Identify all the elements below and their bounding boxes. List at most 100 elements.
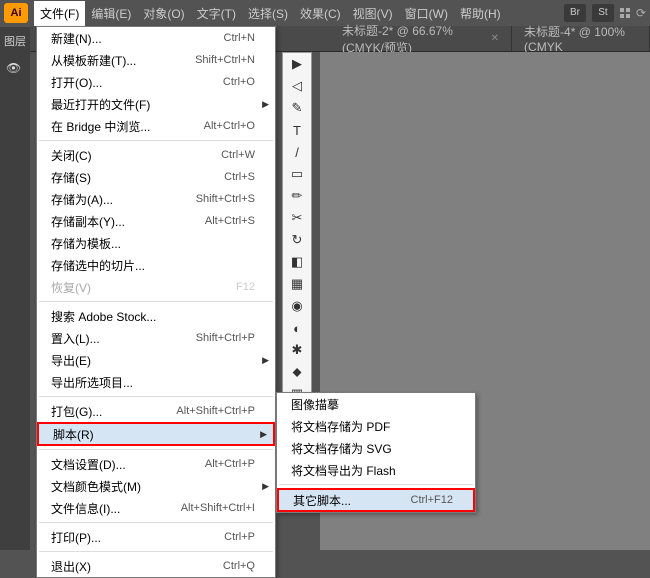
tool-6[interactable]: ✏: [283, 185, 311, 207]
separator: [39, 301, 273, 302]
sync-icon[interactable]: ⟳: [636, 6, 646, 20]
shortcut: Shift+Ctrl+P: [196, 332, 255, 344]
menuitem-label: 打印(P)...: [51, 529, 224, 546]
menuitem-label: 打开(O)...: [51, 74, 223, 91]
separator: [39, 551, 273, 552]
menuitem[interactable]: 新建(N)...Ctrl+N: [37, 27, 275, 49]
topbar-right: Br St ⟳: [564, 4, 646, 22]
menu-4[interactable]: 选择(S): [242, 1, 294, 26]
menuitem[interactable]: 置入(L)...Shift+Ctrl+P: [37, 327, 275, 349]
menu-3[interactable]: 文字(T): [191, 1, 242, 26]
shortcut: Alt+Ctrl+P: [205, 458, 255, 470]
tool-3[interactable]: T: [283, 119, 311, 141]
tool-7[interactable]: ✂: [283, 207, 311, 229]
menuitem[interactable]: 存储(S)Ctrl+S: [37, 166, 275, 188]
menuitem[interactable]: 其它脚本...Ctrl+F12: [277, 488, 475, 512]
menuitem-label: 在 Bridge 中浏览...: [51, 118, 204, 135]
document-tab[interactable]: 未标题-2* @ 66.67% (CMYK/预览)✕: [330, 26, 512, 51]
tool-14[interactable]: ⬥: [283, 361, 311, 383]
menuitem-label: 其它脚本...: [293, 492, 411, 509]
menu-2[interactable]: 对象(O): [137, 1, 190, 26]
tool-1[interactable]: ◁: [283, 75, 311, 97]
menuitem-label: 最近打开的文件(F): [51, 96, 255, 113]
separator: [39, 522, 273, 523]
bridge-badge[interactable]: Br: [564, 4, 586, 22]
menuitem-label: 退出(X): [51, 558, 223, 575]
tool-0[interactable]: ▶: [283, 53, 311, 75]
menuitem[interactable]: 退出(X)Ctrl+Q: [37, 555, 275, 577]
menuitem[interactable]: 从模板新建(T)...Shift+Ctrl+N: [37, 49, 275, 71]
menuitem-label: 置入(L)...: [51, 330, 196, 347]
menuitem-label: 导出所选项目...: [51, 374, 255, 391]
menuitem-label: 导出(E): [51, 352, 255, 369]
tool-10[interactable]: ▦: [283, 273, 311, 295]
shortcut: Alt+Shift+Ctrl+P: [176, 405, 255, 417]
menuitem[interactable]: 打开(O)...Ctrl+O: [37, 71, 275, 93]
menuitem[interactable]: 图像描摹: [277, 393, 475, 415]
menuitem[interactable]: 将文档存储为 SVG: [277, 437, 475, 459]
menuitem-label: 打包(G)...: [51, 403, 176, 420]
menuitem[interactable]: 搜索 Adobe Stock...: [37, 305, 275, 327]
shortcut: Shift+Ctrl+S: [196, 193, 255, 205]
shortcut: Ctrl+F12: [411, 494, 454, 506]
menuitem-label: 图像描摹: [291, 396, 455, 413]
app-logo: Ai: [4, 3, 28, 23]
menuitem-label: 新建(N)...: [51, 30, 224, 47]
document-tab[interactable]: 未标题-4* @ 100% (CMYK: [512, 26, 650, 51]
scripts-submenu: 图像描摹将文档存储为 PDF 将文档存储为 SVG将文档导出为 Flash 其它脚本…: [276, 392, 476, 513]
menuitem[interactable]: 最近打开的文件(F) ▶: [37, 93, 275, 115]
layers-tab[interactable]: 图层: [0, 26, 30, 55]
menuitem[interactable]: 文件信息(I)...Alt+Shift+Ctrl+I: [37, 497, 275, 519]
tool-13[interactable]: ✱: [283, 339, 311, 361]
menuitem[interactable]: 存储副本(Y)...Alt+Ctrl+S: [37, 210, 275, 232]
workspace-icon[interactable]: [620, 8, 630, 18]
menuitem[interactable]: 存储为(A)...Shift+Ctrl+S: [37, 188, 275, 210]
menu-5[interactable]: 效果(C): [294, 1, 347, 26]
menuitem-label: 将文档存储为 PDF: [291, 418, 455, 435]
menu-1[interactable]: 编辑(E): [85, 1, 137, 26]
menuitem-label: 存储选中的切片...: [51, 257, 255, 274]
shortcut: F12: [236, 281, 255, 293]
stock-badge[interactable]: St: [592, 4, 614, 22]
menuitem[interactable]: 导出所选项目...: [37, 371, 275, 393]
menuitem[interactable]: 导出(E) ▶: [37, 349, 275, 371]
menuitem[interactable]: 文档颜色模式(M) ▶: [37, 475, 275, 497]
menuitem-label: 文档颜色模式(M): [51, 478, 255, 495]
menuitem-label: 恢复(V): [51, 279, 236, 296]
menuitem[interactable]: 存储选中的切片...: [37, 254, 275, 276]
menuitem-label: 从模板新建(T)...: [51, 52, 195, 69]
shortcut: Ctrl+O: [223, 76, 255, 88]
menuitem-label: 搜索 Adobe Stock...: [51, 308, 255, 325]
tool-8[interactable]: ↻: [283, 229, 311, 251]
menuitem-label: 文件信息(I)...: [51, 500, 181, 517]
menuitem[interactable]: 打包(G)...Alt+Shift+Ctrl+P: [37, 400, 275, 422]
menuitem[interactable]: 存储为模板...: [37, 232, 275, 254]
menuitem[interactable]: 打印(P)...Ctrl+P: [37, 526, 275, 548]
shortcut: Alt+Ctrl+S: [205, 215, 255, 227]
menuitem[interactable]: 关闭(C)Ctrl+W: [37, 144, 275, 166]
menuitem-label: 存储(S): [51, 169, 224, 186]
shortcut: Shift+Ctrl+N: [195, 54, 255, 66]
tool-11[interactable]: ◉: [283, 295, 311, 317]
tool-12[interactable]: ◐: [283, 317, 311, 339]
shortcut: Ctrl+W: [221, 149, 255, 161]
shortcut: Alt+Ctrl+O: [204, 120, 255, 132]
visibility-icon[interactable]: 👁: [0, 55, 30, 81]
close-icon[interactable]: ✕: [491, 33, 499, 44]
menuitem-label: 存储为模板...: [51, 235, 255, 252]
menuitem[interactable]: 将文档导出为 Flash: [277, 459, 475, 481]
tool-2[interactable]: ✎: [283, 97, 311, 119]
menuitem[interactable]: 文档设置(D)...Alt+Ctrl+P: [37, 453, 275, 475]
shortcut: Ctrl+Q: [223, 560, 255, 572]
menu-0[interactable]: 文件(F): [34, 1, 85, 26]
submenu-arrow-icon: ▶: [262, 481, 269, 492]
tool-9[interactable]: ◧: [283, 251, 311, 273]
tool-5[interactable]: ▭: [283, 163, 311, 185]
menuitem[interactable]: 在 Bridge 中浏览...Alt+Ctrl+O: [37, 115, 275, 137]
menuitem-label: 存储为(A)...: [51, 191, 196, 208]
tool-4[interactable]: /: [283, 141, 311, 163]
submenu-arrow-icon: ▶: [262, 355, 269, 366]
submenu-arrow-icon: ▶: [262, 99, 269, 110]
menuitem[interactable]: 脚本(R)▶: [37, 422, 275, 446]
menuitem[interactable]: 将文档存储为 PDF: [277, 415, 475, 437]
